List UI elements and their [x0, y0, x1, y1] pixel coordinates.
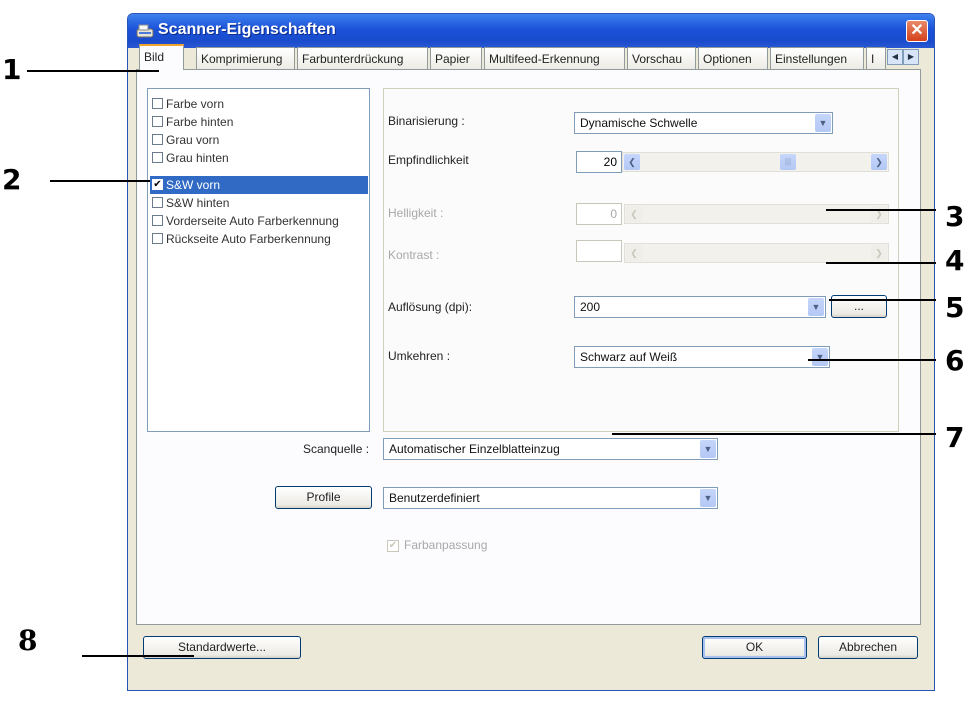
- callout-line-4: [826, 262, 936, 264]
- checkbox[interactable]: [152, 98, 163, 110]
- callout-4: 4: [945, 244, 965, 277]
- close-button[interactable]: ✕: [906, 20, 928, 42]
- contrast-field[interactable]: [576, 240, 622, 262]
- checkbox[interactable]: [152, 134, 163, 146]
- contrast-slider[interactable]: ❮ ❯: [624, 243, 889, 263]
- chevron-down-icon[interactable]: ▼: [812, 348, 828, 366]
- checkbox[interactable]: [152, 215, 163, 227]
- brightness-slider[interactable]: ❮ ❯: [624, 204, 889, 224]
- callout-1: 1: [2, 53, 22, 86]
- invert-label: Umkehren :: [388, 349, 451, 363]
- list-item-grau-hinten[interactable]: Grau hinten: [150, 149, 368, 167]
- title-bar[interactable]: Scanner-Eigenschaften ✕: [128, 14, 934, 48]
- tab-farbunterdrueckung[interactable]: Farbunterdrückung: [297, 47, 428, 69]
- callout-line-7: [612, 433, 936, 435]
- callout-line-3: [826, 209, 936, 211]
- sensitivity-slider[interactable]: ❮ ||| ❯: [622, 152, 889, 172]
- list-item-farbe-vorn[interactable]: Farbe vorn: [150, 95, 368, 113]
- tab-einstellungen[interactable]: Einstellungen: [770, 47, 864, 69]
- list-item-vorderseite-auto[interactable]: Vorderseite Auto Farberkennung: [150, 212, 368, 230]
- chevron-left-icon[interactable]: ❮: [624, 154, 640, 170]
- list-item-sw-vorn[interactable]: ✔ S&W vorn: [150, 176, 368, 194]
- image-type-list[interactable]: Farbe vorn Farbe hinten Grau vorn Grau h…: [147, 88, 370, 432]
- invert-select[interactable]: Schwarz auf Weiß ▼: [574, 346, 830, 368]
- chevron-down-icon[interactable]: ▼: [808, 298, 824, 316]
- resolution-label: Auflösung (dpi):: [388, 300, 473, 314]
- list-item-grau-vorn[interactable]: Grau vorn: [150, 131, 368, 149]
- chevron-down-icon[interactable]: ▼: [700, 440, 716, 458]
- chevron-right-icon[interactable]: ❯: [871, 245, 887, 261]
- checkbox-checked[interactable]: ✔: [152, 179, 163, 191]
- scanner-app-icon: [136, 24, 154, 38]
- chevron-right-icon[interactable]: ❯: [871, 154, 887, 170]
- scan-source-select[interactable]: Automatischer Einzelblatteinzug ▼: [383, 438, 718, 460]
- callout-2: 2: [2, 163, 22, 196]
- window-title: Scanner-Eigenschaften: [158, 21, 336, 38]
- checkbox[interactable]: [152, 116, 163, 128]
- contrast-label: Kontrast :: [388, 248, 440, 262]
- profile-select[interactable]: Benutzerdefiniert ▼: [383, 487, 718, 509]
- chevron-down-icon[interactable]: ▼: [700, 489, 716, 507]
- scan-source-label: Scanquelle :: [303, 442, 370, 456]
- tab-partial[interactable]: I: [866, 47, 886, 69]
- callout-5: 5: [945, 291, 965, 324]
- callout-line-1: [27, 70, 159, 72]
- callout-7: 7: [945, 421, 965, 454]
- color-matching-label: Farbanpassung: [404, 538, 488, 552]
- color-matching-checkbox[interactable]: ✔: [387, 540, 399, 552]
- chevron-down-icon[interactable]: ▼: [815, 114, 831, 132]
- tab-bild[interactable]: Bild: [139, 44, 184, 70]
- list-item-farbe-hinten[interactable]: Farbe hinten: [150, 113, 368, 131]
- slider-thumb[interactable]: |||: [780, 154, 796, 170]
- checkbox[interactable]: [152, 233, 163, 245]
- tab-scroll-right-icon[interactable]: ▶: [903, 49, 919, 65]
- tab-multifeed-erkennung[interactable]: Multifeed-Erkennung: [484, 47, 625, 69]
- list-item-sw-hinten[interactable]: S&W hinten: [150, 194, 368, 212]
- profile-button[interactable]: Profile: [275, 486, 372, 509]
- chevron-left-icon[interactable]: ❮: [626, 206, 642, 222]
- callout-line-2: [50, 180, 150, 182]
- sensitivity-field[interactable]: 20: [576, 151, 622, 173]
- callout-8: 8: [18, 624, 38, 657]
- checkbox[interactable]: [152, 197, 163, 209]
- tab-optionen[interactable]: Optionen: [698, 47, 768, 69]
- callout-6: 6: [945, 344, 965, 377]
- tab-papier[interactable]: Papier: [430, 47, 482, 69]
- chevron-left-icon[interactable]: ❮: [626, 245, 642, 261]
- brightness-field[interactable]: 0: [576, 203, 622, 225]
- tab-scroll-left-icon[interactable]: ◀: [887, 49, 903, 65]
- brightness-label: Helligkeit :: [388, 206, 444, 220]
- checkbox[interactable]: [152, 152, 163, 164]
- callout-line-5: [829, 299, 936, 301]
- ok-button[interactable]: OK: [702, 636, 807, 659]
- tab-komprimierung[interactable]: Komprimierung: [196, 47, 295, 69]
- cancel-button[interactable]: Abbrechen: [818, 636, 918, 659]
- tab-vorschau[interactable]: Vorschau: [627, 47, 696, 69]
- callout-line-6: [808, 359, 936, 361]
- callout-line-8: [82, 655, 194, 657]
- binarization-select[interactable]: Dynamische Schwelle ▼: [574, 112, 833, 134]
- callout-3: 3: [945, 200, 965, 233]
- list-item-rueckseite-auto[interactable]: Rückseite Auto Farberkennung: [150, 230, 368, 248]
- sensitivity-label: Empfindlichkeit: [388, 153, 469, 167]
- binarization-label: Binarisierung :: [388, 114, 465, 128]
- resolution-select[interactable]: 200 ▼: [574, 296, 826, 318]
